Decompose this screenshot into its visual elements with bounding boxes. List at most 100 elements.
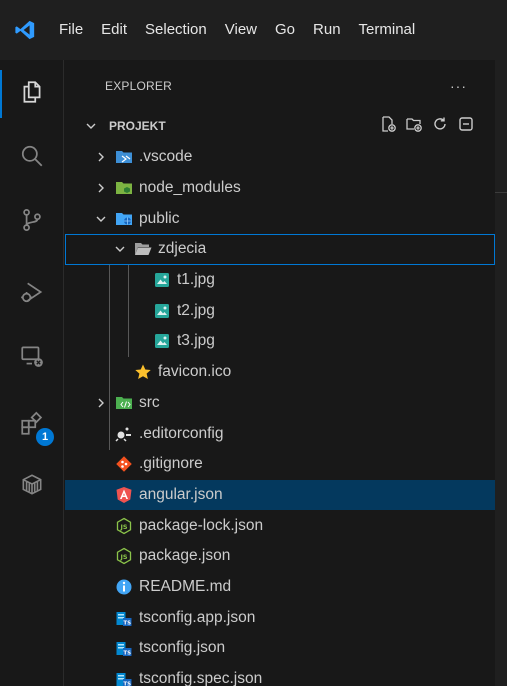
- tree-item-package-lock-json[interactable]: JS package-lock.json: [65, 510, 495, 541]
- run-debug-activity-button[interactable]: [0, 266, 64, 322]
- tree-item-label: t2.jpg: [177, 301, 215, 319]
- tsconfig-icon: TS: [115, 609, 133, 627]
- new-file-icon[interactable]: [379, 115, 397, 138]
- tree-item-label: angular.json: [139, 485, 223, 503]
- explorer-header: EXPLORER ···: [65, 60, 495, 112]
- tree-item-node-modules[interactable]: node_modules: [65, 173, 495, 204]
- search-activity-button[interactable]: [0, 130, 64, 186]
- src-folder-icon: [115, 394, 133, 412]
- more-actions-button[interactable]: ···: [450, 78, 467, 94]
- extensions-activity-button[interactable]: 1: [0, 398, 64, 454]
- tree-item-label: node_modules: [139, 179, 241, 197]
- tree-item-t1-jpg[interactable]: t1.jpg: [65, 265, 495, 296]
- tree-item-label: t1.jpg: [177, 271, 215, 289]
- editorconfig-icon: [115, 425, 133, 443]
- menu-edit[interactable]: Edit: [92, 0, 136, 60]
- tree-item-label: src: [139, 393, 160, 411]
- chevron-down-icon[interactable]: [112, 241, 128, 257]
- vscode-logo-icon: [0, 0, 50, 60]
- menu-selection[interactable]: Selection: [136, 0, 216, 60]
- angular-icon: [115, 486, 133, 504]
- explorer-activity-button[interactable]: [0, 66, 64, 122]
- tree-item-tsconfig-spec-json[interactable]: TS tsconfig.spec.json: [65, 664, 495, 686]
- source-control-activity-button[interactable]: [0, 194, 64, 250]
- image-file-icon: [153, 332, 171, 350]
- git-icon: [115, 455, 133, 473]
- tree-item-label: .vscode: [139, 148, 193, 166]
- chevron-right-icon[interactable]: [93, 395, 109, 411]
- chevron-down-icon: [83, 118, 99, 134]
- new-folder-icon[interactable]: [405, 115, 423, 138]
- node-modules-folder-icon: [115, 179, 133, 197]
- svg-text:TS: TS: [123, 620, 131, 626]
- explorer-sidebar: EXPLORER ··· PROJEKT .vscode node_module…: [65, 60, 495, 686]
- tree-item-label: package.json: [139, 547, 231, 565]
- debug-icon: [19, 279, 45, 310]
- remote-explorer-activity-button[interactable]: [0, 330, 64, 386]
- files-icon: [19, 79, 45, 110]
- title-bar: File Edit Selection View Go Run Terminal: [0, 0, 507, 60]
- svg-text:TS: TS: [123, 651, 131, 657]
- activity-bar: 1: [0, 60, 64, 686]
- chevron-right-icon[interactable]: [93, 180, 109, 196]
- project-name: PROJEKT: [109, 119, 166, 133]
- tree-item-zdjecia[interactable]: zdjecia: [65, 234, 495, 265]
- tree-item-label: .gitignore: [139, 455, 203, 473]
- info-icon: [115, 578, 133, 596]
- tree-item-label: zdjecia: [158, 240, 207, 258]
- svg-text:TS: TS: [123, 682, 131, 686]
- tree-item-favicon-ico[interactable]: favicon.ico: [65, 357, 495, 388]
- file-tree: .vscode node_modulespublic zdjecia t1.jpg t2…: [65, 142, 495, 686]
- menu-run[interactable]: Run: [304, 0, 350, 60]
- tree-item-vscode[interactable]: .vscode: [65, 142, 495, 173]
- tree-item-tsconfig-json[interactable]: TS tsconfig.json: [65, 633, 495, 664]
- image-file-icon: [153, 302, 171, 320]
- svg-text:JS: JS: [119, 553, 127, 561]
- package-icon: [19, 471, 45, 502]
- tree-item-t2-jpg[interactable]: t2.jpg: [65, 295, 495, 326]
- image-file-icon: [153, 271, 171, 289]
- remote-explorer-icon: [19, 343, 45, 374]
- menu-file[interactable]: File: [50, 0, 92, 60]
- search-icon: [19, 143, 45, 174]
- nodejs-icon: JS: [115, 547, 133, 565]
- tree-item-tsconfig-app-json[interactable]: TS tsconfig.app.json: [65, 602, 495, 633]
- tsconfig-icon: TS: [115, 670, 133, 686]
- tree-item-package-json[interactable]: JS package.json: [65, 541, 495, 572]
- tree-item-label: tsconfig.spec.json: [139, 670, 263, 686]
- tree-item-gitignore[interactable]: .gitignore: [65, 449, 495, 480]
- menu-go[interactable]: Go: [266, 0, 304, 60]
- collapse-all-icon[interactable]: [457, 115, 475, 138]
- editor-divider: [495, 192, 507, 193]
- project-section-header[interactable]: PROJEKT: [65, 112, 495, 140]
- tree-item-label: tsconfig.json: [139, 639, 226, 657]
- tree-item-label: README.md: [139, 577, 232, 595]
- chevron-down-icon[interactable]: [93, 211, 109, 227]
- nodejs-icon: JS: [115, 517, 133, 535]
- vscode-folder-icon: [115, 148, 133, 166]
- explorer-title: EXPLORER: [105, 79, 172, 93]
- tree-item-angular-json[interactable]: angular.json: [65, 479, 495, 511]
- tree-item-src[interactable]: src: [65, 388, 495, 419]
- tree-item-label: public: [139, 209, 180, 227]
- packages-activity-button[interactable]: [0, 458, 64, 514]
- menu-view[interactable]: View: [216, 0, 266, 60]
- public-folder-icon: [115, 210, 133, 228]
- refresh-icon[interactable]: [431, 115, 449, 138]
- tree-item-t3-jpg[interactable]: t3.jpg: [65, 326, 495, 357]
- star-icon: [134, 363, 152, 381]
- menu-terminal[interactable]: Terminal: [350, 0, 425, 60]
- section-actions: [379, 112, 475, 140]
- folder-open-icon: [134, 240, 152, 258]
- tree-item-label: tsconfig.app.json: [139, 608, 256, 626]
- tree-item-public[interactable]: public: [65, 203, 495, 234]
- tree-item-readme-md[interactable]: README.md: [65, 572, 495, 603]
- tree-item-label: favicon.ico: [158, 363, 232, 381]
- tsconfig-icon: TS: [115, 639, 133, 657]
- tree-item-label: .editorconfig: [139, 424, 224, 442]
- svg-text:JS: JS: [119, 522, 127, 530]
- extensions-badge: 1: [36, 428, 54, 446]
- chevron-right-icon[interactable]: [93, 149, 109, 165]
- editor-area: [495, 60, 507, 686]
- tree-item-editorconfig[interactable]: .editorconfig: [65, 418, 495, 449]
